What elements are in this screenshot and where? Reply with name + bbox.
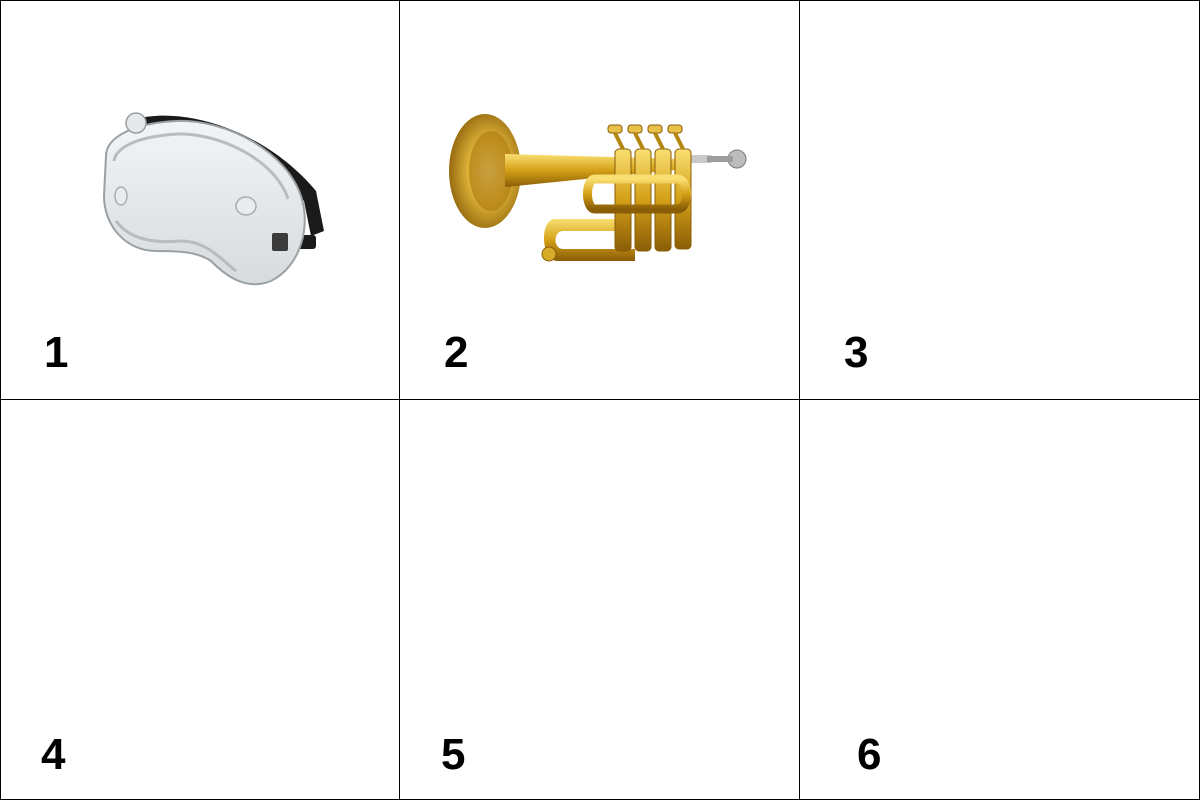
image-grid: 1 2 3 4 5 6 <box>0 0 1200 800</box>
grid-cell-6[interactable]: 6 <box>799 399 1200 800</box>
grid-cell-4[interactable]: 4 <box>0 399 400 800</box>
grid-cell-2[interactable]: 2 <box>399 0 800 400</box>
grid-cell-3[interactable]: 3 <box>799 0 1200 400</box>
cell-number: 2 <box>444 328 469 377</box>
grid-cell-5[interactable]: 5 <box>399 399 800 800</box>
cell-number: 3 <box>844 328 869 377</box>
cell-number: 5 <box>441 730 466 779</box>
cell-number: 4 <box>41 730 66 779</box>
trumpet-image <box>449 114 747 262</box>
grid-cell-1[interactable]: 1 <box>0 0 400 400</box>
cell-number: 1 <box>44 328 69 377</box>
safety-goggles-image <box>102 112 324 286</box>
cell-number: 6 <box>857 730 882 779</box>
